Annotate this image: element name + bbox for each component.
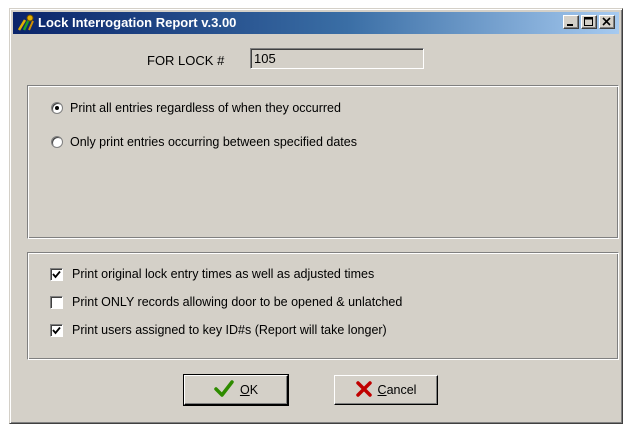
x-icon: [355, 380, 372, 400]
lock-number-field[interactable]: 105: [250, 48, 424, 69]
close-icon: [602, 17, 611, 26]
checkbox-checked[interactable]: [50, 267, 63, 281]
maximize-button[interactable]: [581, 15, 597, 29]
radio-all-entries-label: Print all entries regardless of when the…: [70, 101, 341, 115]
radio-all-entries[interactable]: Print all entries regardless of when the…: [51, 101, 341, 115]
cancel-label-rest: ancel: [386, 383, 417, 397]
minimize-icon: [567, 24, 573, 26]
option-print-users-label: Print users assigned to key ID#s (Report…: [72, 323, 387, 337]
radio-between-dates[interactable]: Only print entries occurring between spe…: [51, 135, 357, 149]
checkbox[interactable]: [50, 295, 63, 309]
ok-accelerator: O: [239, 383, 250, 397]
option-print-users[interactable]: Print users assigned to key ID#s (Report…: [50, 323, 387, 337]
checkbox-checked[interactable]: [50, 323, 63, 337]
option-only-unlatched[interactable]: Print ONLY records allowing door to be o…: [50, 295, 402, 309]
checkmark-icon: [214, 379, 234, 401]
print-options-group: Print original lock entry times as well …: [27, 252, 619, 360]
maximize-icon: [584, 17, 593, 26]
dialog-window: Lock Interrogation Report v.3.00 FOR LOC…: [9, 8, 623, 424]
ok-label: OK: [240, 383, 258, 397]
option-original-times-label: Print original lock entry times as well …: [72, 267, 375, 281]
radio-button[interactable]: [51, 136, 63, 148]
lock-number-label: FOR LOCK #: [147, 53, 225, 68]
date-range-group: Print all entries regardless of when the…: [27, 85, 619, 239]
window-title: Lock Interrogation Report v.3.00: [38, 15, 237, 30]
key-icon[interactable]: [16, 14, 36, 32]
title-bar[interactable]: Lock Interrogation Report v.3.00: [13, 12, 619, 34]
option-only-unlatched-label: Print ONLY records allowing door to be o…: [72, 295, 403, 309]
close-button[interactable]: [599, 15, 615, 29]
radio-button-selected[interactable]: [51, 102, 63, 114]
ok-button[interactable]: OK: [183, 374, 289, 406]
option-original-times[interactable]: Print original lock entry times as well …: [50, 267, 374, 281]
cancel-button[interactable]: Cancel: [334, 375, 438, 405]
ok-label-rest: K: [249, 383, 259, 397]
cancel-label: Cancel: [378, 383, 417, 397]
cancel-accelerator: C: [377, 383, 387, 397]
radio-between-dates-label: Only print entries occurring between spe…: [70, 135, 357, 149]
minimize-button[interactable]: [563, 15, 579, 29]
